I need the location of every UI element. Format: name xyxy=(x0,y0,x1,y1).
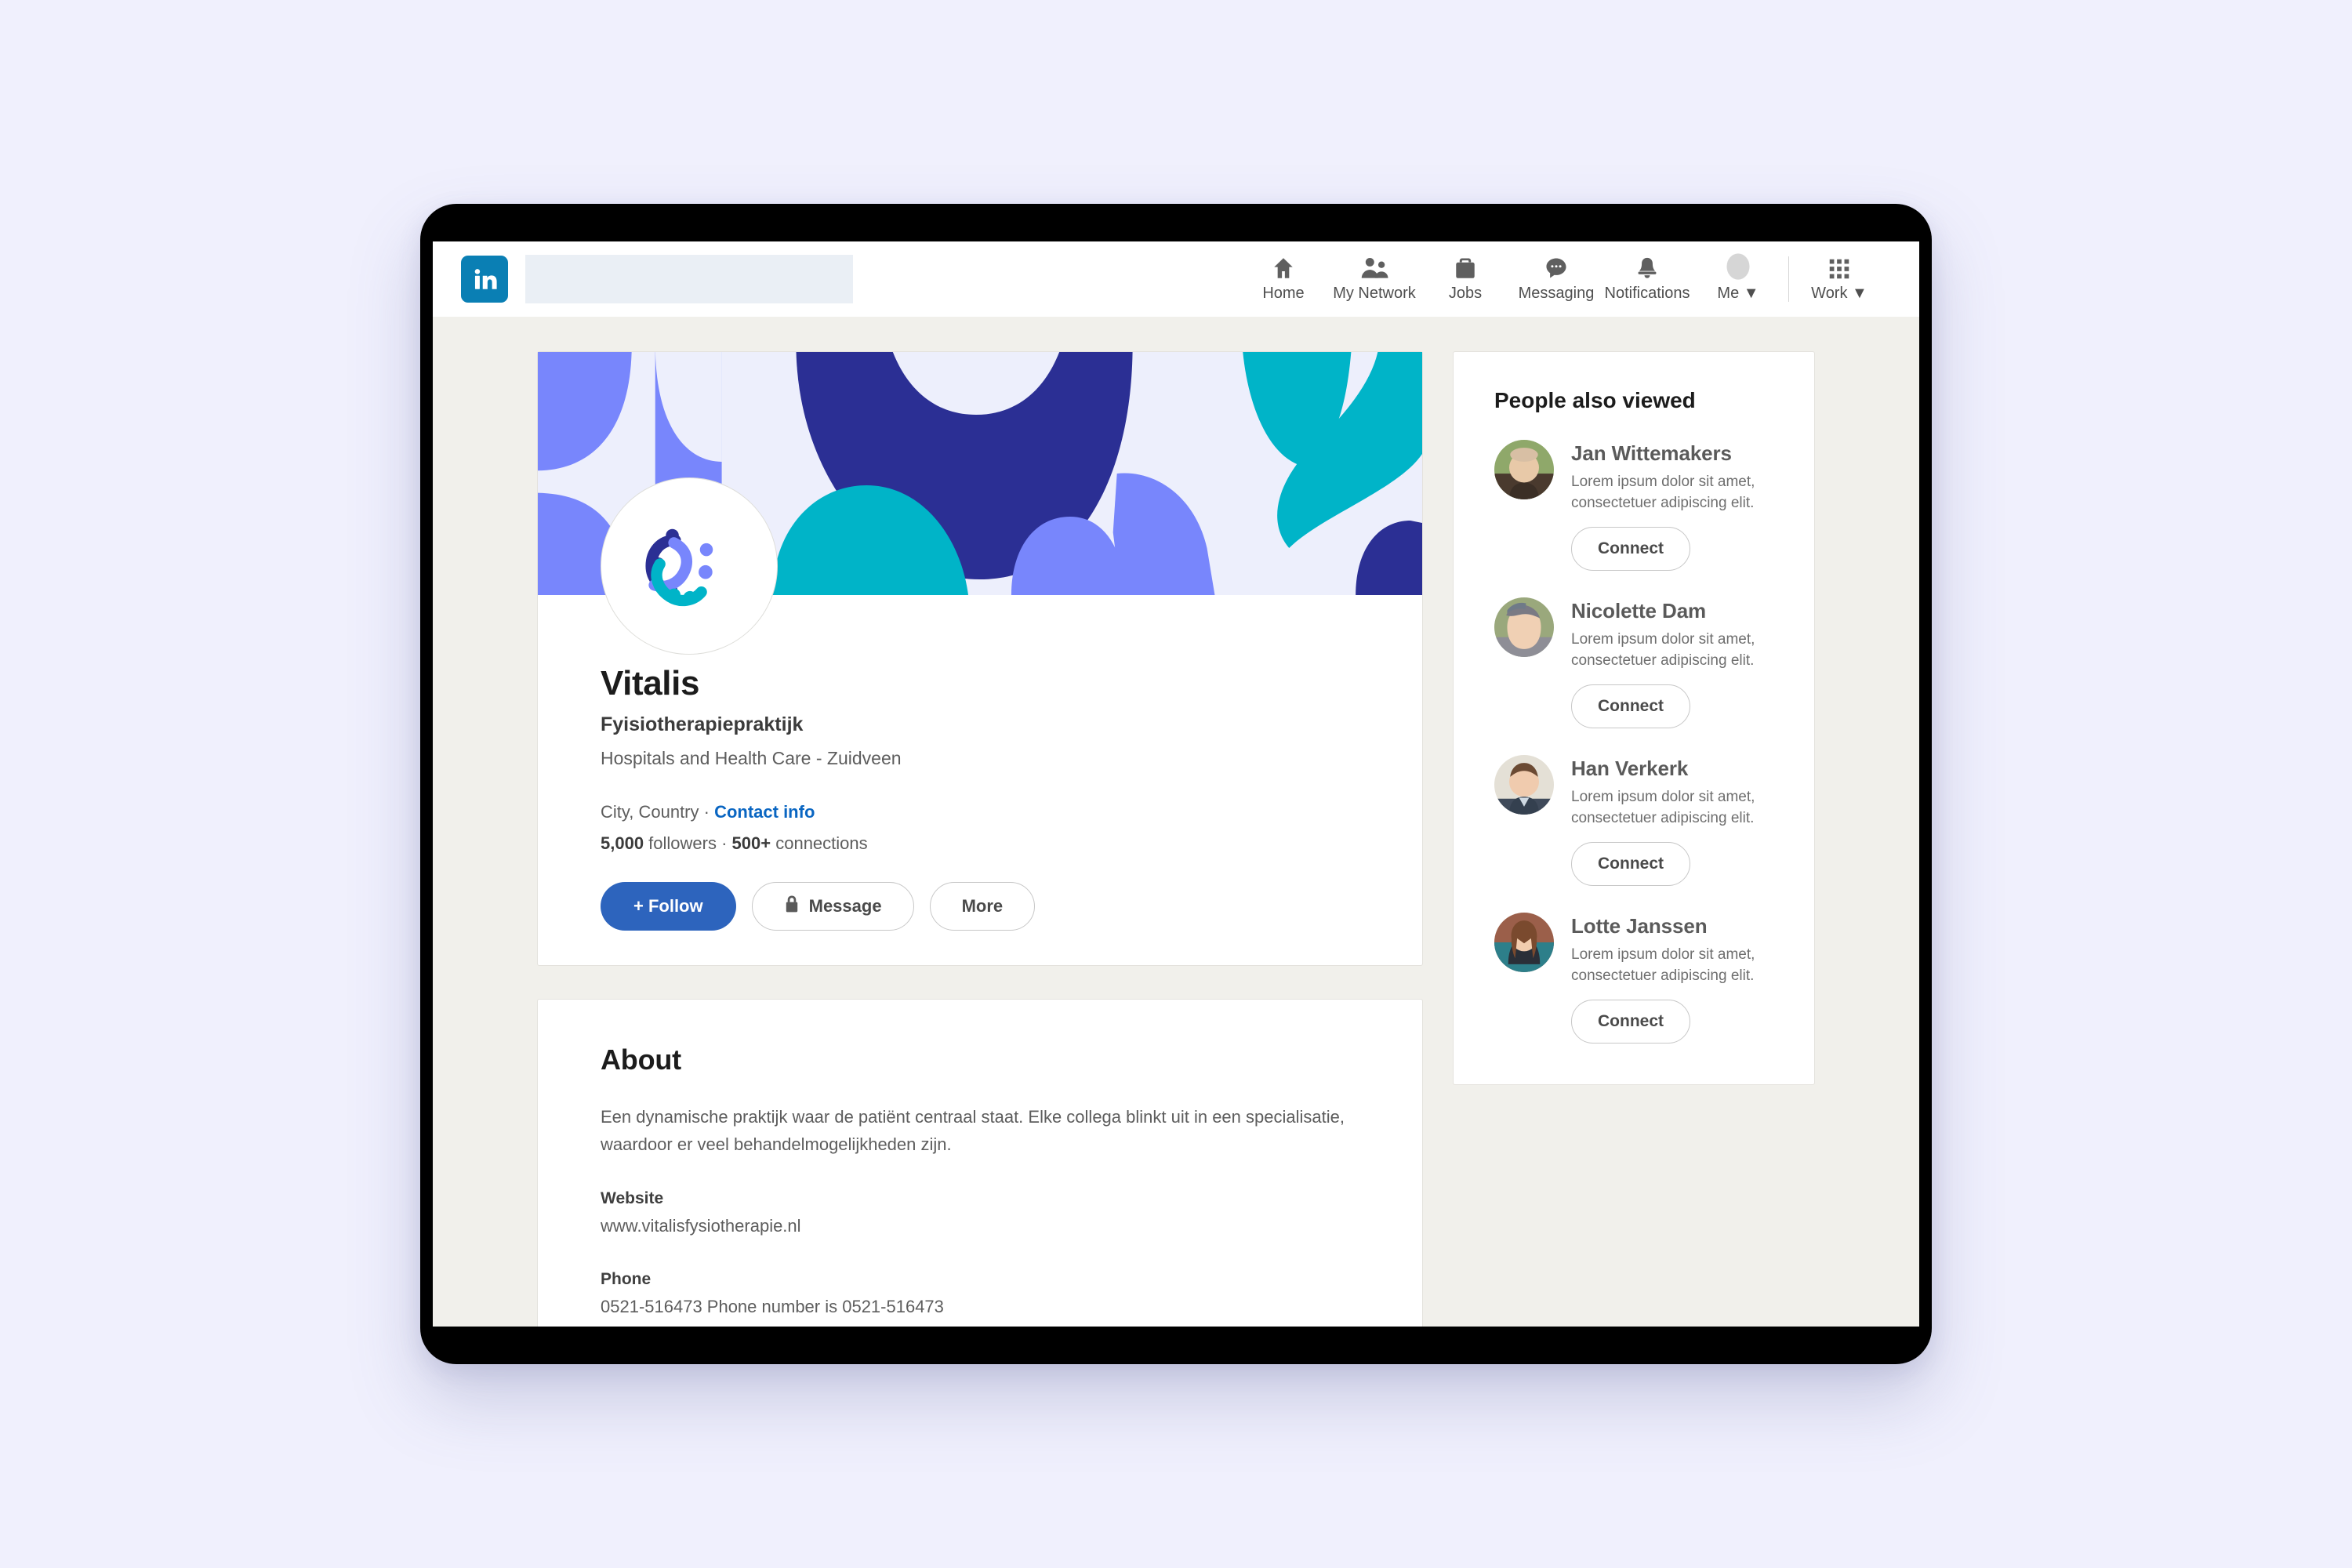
person-name: Lotte Janssen xyxy=(1571,913,1708,938)
person-description: Lorem ipsum dolor sit amet, consectetuer… xyxy=(1571,474,1755,511)
people-also-viewed-card: People also viewed Jan Wittemakers Lorem… xyxy=(1453,351,1815,1085)
list-item[interactable]: Jan Wittemakers Lorem ipsum dolor sit am… xyxy=(1494,440,1773,571)
company-location-text: City, Country · xyxy=(601,801,715,822)
person-description: Lorem ipsum dolor sit amet, consectetuer… xyxy=(1571,946,1755,984)
list-item[interactable]: Lotte Janssen Lorem ipsum dolor sit amet… xyxy=(1494,912,1773,1044)
connections-label: connections xyxy=(771,833,868,853)
follow-button[interactable]: + Follow xyxy=(601,881,736,931)
nav-divider xyxy=(1788,256,1789,302)
about-title: About xyxy=(601,1043,681,1076)
person-name: Nicolette Dam xyxy=(1571,598,1707,622)
nav-label-home: Home xyxy=(1262,285,1305,302)
about-description: Een dynamische praktijk waar de patiënt … xyxy=(601,1106,1345,1154)
tablet-device-frame: Home My Network Jobs Messaging Notificat… xyxy=(420,204,1932,1364)
people-also-viewed-title: People also viewed xyxy=(1494,388,1696,412)
nav-item-notifications[interactable]: Notifications xyxy=(1602,251,1693,307)
nav-item-messaging[interactable]: Messaging xyxy=(1511,251,1602,307)
about-field-value: www.vitalisfysiotherapie.nl xyxy=(601,1215,801,1236)
people-icon xyxy=(1359,251,1389,281)
list-item-body: Nicolette Dam Lorem ipsum dolor sit amet… xyxy=(1571,597,1773,728)
company-profile-card: Vitalis Fyisiotherapiepraktijk Hospitals… xyxy=(537,351,1423,966)
grid-icon xyxy=(1828,251,1851,281)
connect-button[interactable]: Connect xyxy=(1571,841,1690,886)
top-navigation-bar: Home My Network Jobs Messaging Notificat… xyxy=(433,241,1919,317)
list-item-body: Lotte Janssen Lorem ipsum dolor sit amet… xyxy=(1571,913,1773,1044)
person-description: Lorem ipsum dolor sit amet, consectetuer… xyxy=(1571,630,1755,669)
list-item[interactable]: Nicolette Dam Lorem ipsum dolor sit amet… xyxy=(1494,597,1773,728)
avatar xyxy=(1494,597,1554,657)
nav-label-me: Me ▼ xyxy=(1717,285,1759,302)
side-column: People also viewed Jan Wittemakers Lorem… xyxy=(1453,351,1815,1327)
about-field-label: Phone xyxy=(601,1269,652,1288)
person-description: Lorem ipsum dolor sit amet, consectetuer… xyxy=(1571,788,1755,826)
bell-icon xyxy=(1635,251,1659,281)
nav-label-my-network: My Network xyxy=(1333,285,1416,302)
connect-button[interactable]: Connect xyxy=(1571,684,1690,728)
followers-count: 5,000 xyxy=(601,833,644,853)
home-icon xyxy=(1270,251,1297,281)
company-tagline: Fyisiotherapiepraktijk xyxy=(601,713,804,735)
message-button-label: Message xyxy=(808,895,882,916)
nav-label-work: Work ▼ xyxy=(1811,285,1867,302)
about-field-value: 0521-516473 Phone number is 0521-516473 xyxy=(601,1296,944,1316)
nav-items-group: Home My Network Jobs Messaging Notificat… xyxy=(1238,251,1897,307)
lock-icon xyxy=(784,895,800,918)
company-location-line: City, Country · Contact info xyxy=(601,802,1359,822)
profile-action-buttons: + Follow Message More xyxy=(601,881,1359,931)
nav-label-messaging: Messaging xyxy=(1518,285,1595,302)
about-field-label: Website xyxy=(601,1189,664,1207)
nav-item-jobs[interactable]: Jobs xyxy=(1420,251,1511,307)
nav-item-me[interactable]: Me ▼ xyxy=(1693,251,1784,307)
message-bubble-icon xyxy=(1544,251,1569,281)
nav-item-home[interactable]: Home xyxy=(1238,251,1329,307)
connect-button[interactable]: Connect xyxy=(1571,999,1690,1044)
connections-count: 500+ xyxy=(731,833,771,853)
more-button[interactable]: More xyxy=(929,881,1036,931)
connect-button[interactable]: Connect xyxy=(1571,526,1690,571)
main-column: Vitalis Fyisiotherapiepraktijk Hospitals… xyxy=(537,351,1423,1327)
about-card: About Een dynamische praktijk waar de pa… xyxy=(537,998,1423,1327)
avatar xyxy=(1494,440,1554,499)
about-field-website: Website www.vitalisfysiotherapie.nl xyxy=(601,1189,1359,1239)
avatar-icon xyxy=(1725,251,1751,281)
company-stats-line: 5,000 followers · 500+ connections xyxy=(601,833,1359,854)
avatar xyxy=(1494,754,1554,815)
list-item-body: Jan Wittemakers Lorem ipsum dolor sit am… xyxy=(1571,440,1773,571)
list-item[interactable]: Han Verkerk Lorem ipsum dolor sit amet, … xyxy=(1494,754,1773,886)
search-input[interactable] xyxy=(525,255,853,303)
vitalis-company-logo-icon xyxy=(601,477,778,655)
about-field-phone: Phone 0521-516473 Phone number is 0521-5… xyxy=(601,1270,1359,1319)
contact-info-link[interactable]: Contact info xyxy=(714,802,815,822)
linkedin-logo-icon[interactable] xyxy=(461,256,508,303)
list-item-body: Han Verkerk Lorem ipsum dolor sit amet, … xyxy=(1571,755,1773,886)
person-name: Jan Wittemakers xyxy=(1571,441,1732,465)
nav-item-my-network[interactable]: My Network xyxy=(1329,251,1420,307)
person-name: Han Verkerk xyxy=(1571,756,1689,780)
nav-item-work[interactable]: Work ▼ xyxy=(1794,251,1885,307)
nav-label-notifications: Notifications xyxy=(1604,285,1690,302)
briefcase-icon xyxy=(1454,251,1477,281)
tablet-screen: Home My Network Jobs Messaging Notificat… xyxy=(433,241,1919,1327)
company-name: Vitalis xyxy=(601,664,700,702)
followers-label: followers · xyxy=(644,833,732,853)
nav-label-jobs: Jobs xyxy=(1448,285,1483,302)
message-button[interactable]: Message xyxy=(751,881,914,931)
avatar xyxy=(1494,912,1554,972)
page-body: Vitalis Fyisiotherapiepraktijk Hospitals… xyxy=(433,317,1919,1327)
company-industry-location: Hospitals and Health Care - Zuidveen xyxy=(601,747,902,768)
